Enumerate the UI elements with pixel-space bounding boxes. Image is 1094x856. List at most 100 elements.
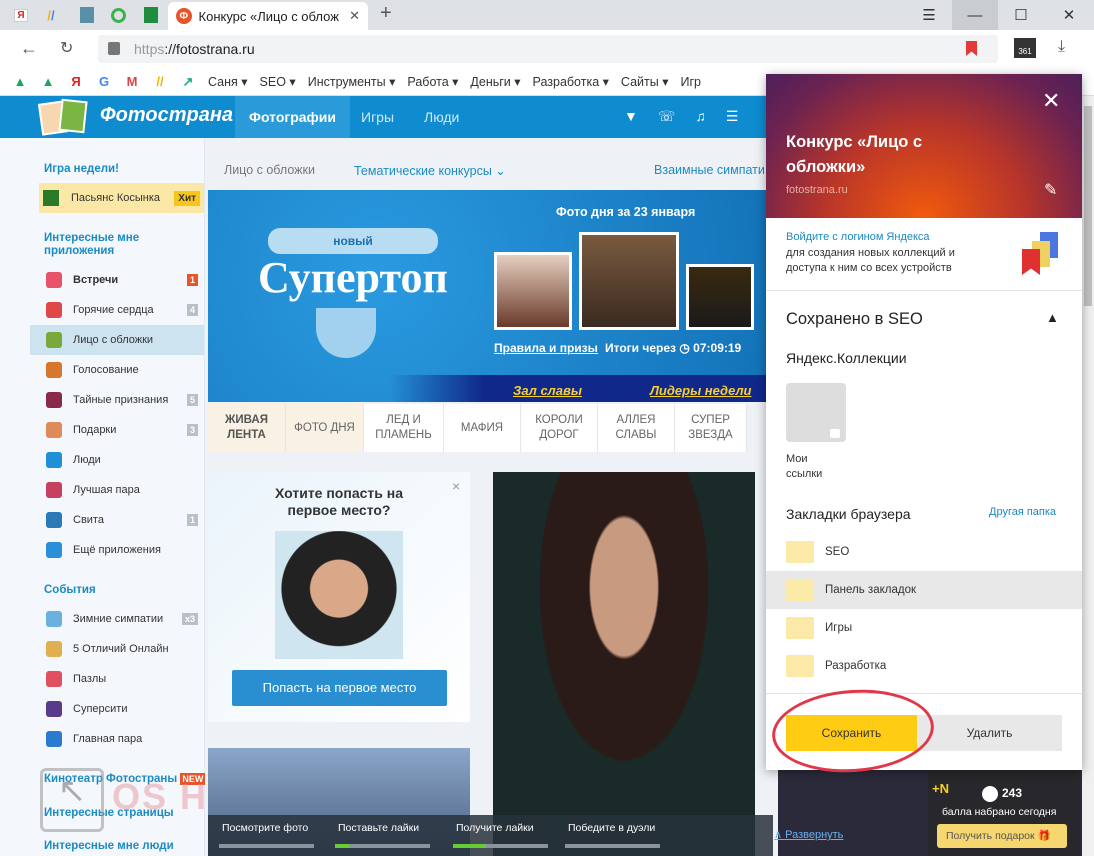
bookmark-folder[interactable]: Работа ▾: [407, 74, 458, 89]
google-icon[interactable]: G: [96, 74, 112, 90]
subnav-contests[interactable]: Тематические конкурсы ⌄: [354, 163, 506, 178]
pinned-tab-avatar[interactable]: [72, 4, 102, 26]
task-label: Победите в дуэли: [568, 822, 656, 834]
pinned-tab-sheets[interactable]: [136, 4, 166, 26]
site-logo-text[interactable]: Фотострана: [100, 104, 233, 127]
download-icon[interactable]: ⤓: [1058, 38, 1065, 56]
subnav-mutual[interactable]: Взаимные симпати: [654, 163, 766, 177]
bookmark-folder[interactable]: Инструменты ▾: [308, 74, 396, 89]
url-input[interactable]: https://fotostrana.ru: [98, 35, 998, 63]
promo-close-icon[interactable]: ×: [452, 478, 460, 494]
back-icon[interactable]: ←: [20, 38, 38, 59]
folder-item[interactable]: SEO: [766, 533, 1082, 571]
folder-item[interactable]: Панель закладок: [766, 571, 1082, 609]
sidebar-item[interactable]: 5 Отличий Онлайн: [30, 634, 204, 664]
sidebar-item[interactable]: Свита 1: [30, 505, 204, 535]
sidebar-item[interactable]: Лицо с обложки: [30, 325, 204, 355]
leaders-link[interactable]: Лидеры недели: [650, 383, 752, 398]
lock-icon[interactable]: [108, 42, 120, 55]
sidebar-item[interactable]: Ещё приложения: [30, 535, 204, 565]
music-icon[interactable]: ♫: [695, 108, 706, 125]
login-link[interactable]: Войдите с логином Яндекса: [786, 231, 930, 243]
pinned-tab-circle[interactable]: [103, 4, 133, 26]
task-progress: [565, 844, 660, 848]
nav-games[interactable]: Игры: [347, 96, 408, 138]
collapse-icon[interactable]: ▲: [1046, 310, 1059, 325]
other-folder-link[interactable]: Другая папка: [989, 506, 1056, 518]
apps-title: Интересные мне приложения: [44, 232, 140, 257]
nav-photos[interactable]: Фотографии: [235, 96, 351, 138]
photo-day-title: Фото дня за 23 января: [556, 205, 696, 219]
list-icon[interactable]: ☰: [726, 108, 739, 125]
contest-tab[interactable]: ЛЕД И ПЛАМЕНЬ: [364, 404, 444, 452]
drive-icon[interactable]: ▲: [12, 74, 28, 90]
bookmark-folder[interactable]: Саня ▾: [208, 74, 248, 89]
rules-link[interactable]: Правила и призы: [494, 341, 598, 355]
vip-icon[interactable]: ▼: [624, 108, 638, 125]
bookmark-folder[interactable]: Разработка ▾: [533, 74, 609, 89]
bookmark-icon[interactable]: [966, 41, 977, 56]
collection-tile[interactable]: [786, 383, 846, 442]
edit-icon[interactable]: ✎: [1044, 180, 1057, 200]
bookmark-folder[interactable]: SEO ▾: [260, 74, 296, 89]
bookmark-folder[interactable]: Сайты ▾: [621, 74, 669, 89]
folder-item[interactable]: Разработка: [766, 647, 1082, 685]
bookmark-folder[interactable]: Деньги ▾: [470, 74, 520, 89]
close-popup-icon[interactable]: ✕: [1042, 88, 1060, 114]
gmail-icon[interactable]: M: [124, 74, 140, 90]
contest-tab[interactable]: АЛЛЕЯ СЛАВЫ: [598, 404, 675, 452]
bookmark-folder[interactable]: Игр: [680, 75, 701, 89]
close-tab-icon[interactable]: ✕: [349, 8, 360, 24]
sidebar-item[interactable]: Пазлы: [30, 664, 204, 694]
minimize-button[interactable]: —: [952, 0, 998, 30]
drive-icon[interactable]: ▲: [40, 74, 56, 90]
sidebar-item[interactable]: Голосование: [30, 355, 204, 385]
page-scrollbar[interactable]: [1082, 96, 1094, 856]
contest-tab[interactable]: МАФИЯ: [444, 404, 521, 452]
close-window-button[interactable]: ✕: [1046, 0, 1092, 30]
sidebar-item[interactable]: Суперсити: [30, 694, 204, 724]
nav-people[interactable]: Люди: [410, 96, 473, 138]
sidebar-item[interactable]: Подарки 3: [30, 415, 204, 445]
contest-tab[interactable]: ФОТО ДНЯ: [286, 404, 364, 452]
active-tab[interactable]: Ф Конкурс «Лицо с облож ✕: [168, 2, 368, 30]
extension-badge[interactable]: 361: [1014, 38, 1036, 58]
pinned-tab-ads[interactable]: / /: [36, 4, 66, 26]
new-tab-button[interactable]: +: [380, 2, 392, 25]
app-icon: [46, 701, 62, 717]
trends-icon[interactable]: ↗: [180, 74, 196, 90]
get-gift-button[interactable]: Получить подарок 🎁: [937, 824, 1067, 848]
fotostrana-logo-icon[interactable]: [37, 98, 92, 136]
top-place-button[interactable]: Попасть на первое место: [232, 670, 447, 706]
sidebar-item[interactable]: Люди: [30, 445, 204, 475]
contest-tab[interactable]: ЖИВАЯ ЛЕНТА: [208, 404, 286, 452]
count-badge: 4: [186, 304, 198, 316]
contest-tab[interactable]: КОРОЛИ ДОРОГ: [521, 404, 598, 452]
delete-button[interactable]: Удалить: [917, 715, 1062, 751]
photo-thumb[interactable]: [494, 252, 572, 330]
reload-icon[interactable]: ↻: [60, 38, 73, 58]
photo-thumb[interactable]: [686, 264, 754, 330]
maximize-button[interactable]: ☐: [998, 0, 1044, 30]
collection-label[interactable]: Мои ссылки: [786, 452, 836, 482]
dating-icon[interactable]: ☏: [658, 108, 676, 125]
sidebar-item[interactable]: Главная пара: [30, 724, 204, 754]
interesting-people-link[interactable]: Интересные мне люди: [44, 840, 174, 852]
contest-tab[interactable]: СУПЕР ЗВЕЗДА: [675, 404, 747, 452]
folder-item[interactable]: Игры: [766, 609, 1082, 647]
hall-of-fame-link[interactable]: Зал славы: [513, 383, 582, 398]
sidebar-item[interactable]: Лучшая пара: [30, 475, 204, 505]
game-week-item[interactable]: Пасьянс Косынка Хит: [39, 183, 204, 213]
sidebar-item[interactable]: Тайные признания 5: [30, 385, 204, 415]
tab-list-icon[interactable]: ☰: [906, 0, 952, 30]
pinned-tab-yandex[interactable]: Я: [6, 4, 36, 26]
subnav-current[interactable]: Лицо с обложки: [224, 163, 315, 177]
sidebar-item[interactable]: Горячие сердца 4: [30, 295, 204, 325]
yandex-icon[interactable]: Я: [68, 74, 84, 90]
google-ads-icon[interactable]: //: [152, 74, 168, 90]
main-photo[interactable]: [493, 472, 755, 856]
expand-link[interactable]: ∧ Развернуть: [774, 828, 843, 841]
sidebar-item[interactable]: Зимние симпатии x3: [30, 604, 204, 634]
photo-thumb[interactable]: [579, 232, 679, 330]
sidebar-item[interactable]: Встречи 1: [30, 265, 204, 295]
